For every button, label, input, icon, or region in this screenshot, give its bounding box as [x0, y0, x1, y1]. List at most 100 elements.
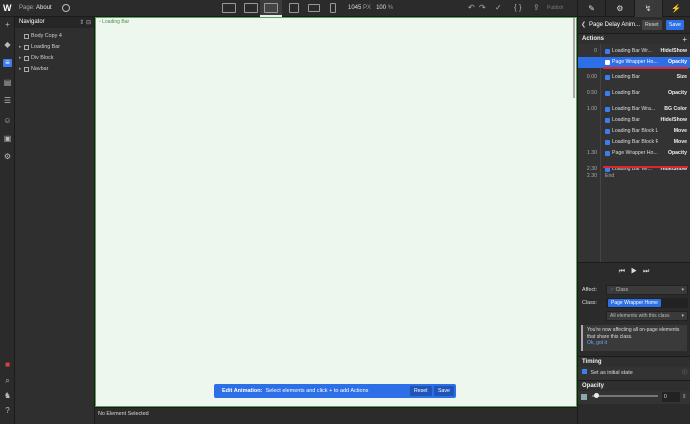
caret-right-icon[interactable]: ▸: [19, 64, 22, 75]
panel-tabs: ✎ ⚙ ↯ ⚡: [577, 0, 690, 17]
opacity-row: 0 ⇕: [578, 391, 690, 404]
scope-select[interactable]: All elements with this class ▾: [606, 311, 688, 321]
notice-dismiss-link[interactable]: Ok, got it: [587, 340, 607, 346]
timeline-action-row[interactable]: Loading Bar Block Left Move: [578, 126, 690, 137]
settings-gear-icon[interactable]: ⚙: [3, 153, 12, 161]
action-target: Page Wrapper Ho...: [612, 150, 658, 156]
timeline-action-row[interactable]: 0 Loading Bar Wr... Hide/Show: [578, 46, 690, 57]
webflow-designer: W Page: About 1045 PX 100 % ↶ ↷ ✓ { } ⇪ …: [0, 0, 690, 424]
audit-icon[interactable]: ♞: [3, 392, 12, 400]
affect-select[interactable]: ✓ Class ▾: [606, 285, 688, 295]
nav-item-label: Loading Bar: [31, 44, 61, 50]
opacity-section-header: Opacity: [578, 380, 690, 391]
lightning-tab-icon[interactable]: ⚡: [661, 0, 690, 17]
action-target: Loading Bar: [612, 74, 640, 80]
animation-reset-button[interactable]: Reset: [642, 20, 662, 30]
timeline-action-row[interactable]: 1.00 Loading Bar Wra... BG Color: [578, 104, 690, 115]
device-mobile-portrait[interactable]: [322, 0, 344, 17]
back-arrow-icon[interactable]: ❮: [581, 17, 586, 33]
info-icon[interactable]: ⓘ: [682, 367, 687, 380]
opacity-title: Opacity: [582, 383, 605, 389]
navigator-panel: Navigator ⇕ ⊟ Body Copy 4 ▸ Loading Bar …: [15, 17, 95, 424]
stepper-icon[interactable]: ⇕: [682, 391, 687, 404]
animation-save-button[interactable]: Save: [666, 20, 684, 30]
zoom-unit: %: [387, 5, 394, 11]
class-label: Class:: [582, 300, 597, 306]
timeline-action-row[interactable]: 0.00 Loading Bar Size: [578, 72, 690, 83]
search-icon[interactable]: ⌕: [3, 377, 12, 385]
skip-start-icon[interactable]: ⏮: [619, 268, 625, 275]
edit-reset-button[interactable]: Reset: [410, 386, 432, 396]
action-checkbox[interactable]: [605, 140, 610, 145]
play-icon[interactable]: ▶: [631, 268, 637, 275]
redo-icon[interactable]: ↷: [479, 3, 486, 13]
action-checkbox[interactable]: [605, 91, 610, 96]
action-checkbox[interactable]: [605, 60, 610, 65]
assets-icon[interactable]: ▣: [3, 135, 12, 143]
device-desktop-large[interactable]: [218, 0, 240, 17]
action-checkbox[interactable]: [605, 49, 610, 54]
timeline-action-row[interactable]: Loading Bar Block Ri... Move: [578, 137, 690, 148]
chevron-down-icon: ▾: [681, 287, 684, 293]
action-checkbox[interactable]: [605, 118, 610, 123]
scope-value: All elements with this class: [610, 313, 670, 319]
style-tab-brush-icon[interactable]: ✎: [577, 0, 605, 17]
interactions-tab-icon[interactable]: ↯: [633, 0, 662, 17]
help-icon[interactable]: ?: [3, 407, 12, 415]
nav-item-navbar[interactable]: ▸ Navbar: [15, 64, 94, 75]
webflow-logo[interactable]: W: [3, 3, 14, 14]
action-checkbox[interactable]: [605, 151, 610, 156]
code-icon[interactable]: { }: [514, 3, 522, 13]
add-panel-plus-icon[interactable]: +: [3, 21, 12, 29]
timeline-action-row[interactable]: 1.30 Page Wrapper Ho... Opacity: [578, 148, 690, 159]
opacity-slider-track[interactable]: [592, 395, 658, 397]
notice-text: You're now affecting all on-page element…: [587, 327, 680, 340]
edit-animation-bar: Edit Animation: Select elements and clic…: [214, 384, 456, 398]
timeline-action-row[interactable]: Loading Bar Hide/Show: [578, 115, 690, 126]
caret-right-icon[interactable]: ▸: [19, 53, 22, 64]
action-checkbox[interactable]: [605, 75, 610, 80]
publish-button[interactable]: Publish: [547, 5, 563, 11]
device-tablet[interactable]: [283, 0, 305, 17]
check-icon: ✓: [610, 287, 615, 293]
preview-eye-icon[interactable]: [62, 4, 70, 12]
users-icon[interactable]: ☺: [3, 117, 12, 125]
action-checkbox[interactable]: [605, 129, 610, 134]
nav-item-loading-bar[interactable]: ▸ Loading Bar: [15, 42, 94, 53]
settings-tab-gear-icon[interactable]: ⚙: [605, 0, 633, 17]
nav-item-body-copy[interactable]: Body Copy 4: [15, 31, 94, 42]
check-icon[interactable]: ✓: [495, 3, 502, 13]
navigator-layers-icon[interactable]: ≡: [3, 59, 12, 67]
nav-item-div-block[interactable]: ▸ Div Block: [15, 53, 94, 64]
playback-controls: ⏮ ▶ ⏭: [578, 262, 690, 280]
stop-record-icon[interactable]: ■: [3, 361, 12, 369]
action-checkbox[interactable]: [605, 107, 610, 112]
symbols-cube-icon[interactable]: ◆: [3, 41, 12, 49]
skip-end-icon[interactable]: ⏭: [643, 268, 649, 275]
device-desktop-medium[interactable]: [240, 0, 262, 17]
page-selector[interactable]: Page: About: [19, 5, 52, 11]
opacity-slider-handle[interactable]: [594, 393, 599, 398]
initial-state-checkbox[interactable]: [582, 369, 587, 374]
animation-header: ❮ Page Delay Anim... Reset Save: [578, 17, 690, 33]
initial-state-label: Set as initial state: [590, 370, 633, 376]
action-type: Opacity: [667, 90, 687, 96]
cms-database-icon[interactable]: ☰: [3, 97, 12, 105]
edit-save-button[interactable]: Save: [434, 386, 454, 396]
export-icon[interactable]: ⇪: [533, 3, 540, 13]
pages-icon[interactable]: ▤: [3, 79, 12, 87]
design-canvas[interactable]: ▫ Loading Bar: [95, 17, 577, 407]
timeline-action-row[interactable]: 0.50 Loading Bar Opacity: [578, 88, 690, 99]
element-box-icon: [24, 67, 29, 72]
class-pill[interactable]: Page Wrapper Home: [608, 299, 661, 307]
canvas-scrollbar[interactable]: [573, 18, 575, 98]
nav-item-label: Div Block: [31, 55, 54, 61]
caret-right-icon[interactable]: ▸: [19, 42, 22, 53]
selection-status: No Element Selected: [98, 411, 149, 417]
navigator-controls-icon[interactable]: ⇕ ⊟: [79, 19, 91, 26]
action-target: Loading Bar Block Left: [612, 128, 658, 134]
undo-icon[interactable]: ↶: [468, 3, 475, 13]
device-desktop-base[interactable]: [260, 0, 282, 17]
opacity-input[interactable]: 0: [662, 392, 680, 402]
action-type: Move: [673, 128, 687, 134]
